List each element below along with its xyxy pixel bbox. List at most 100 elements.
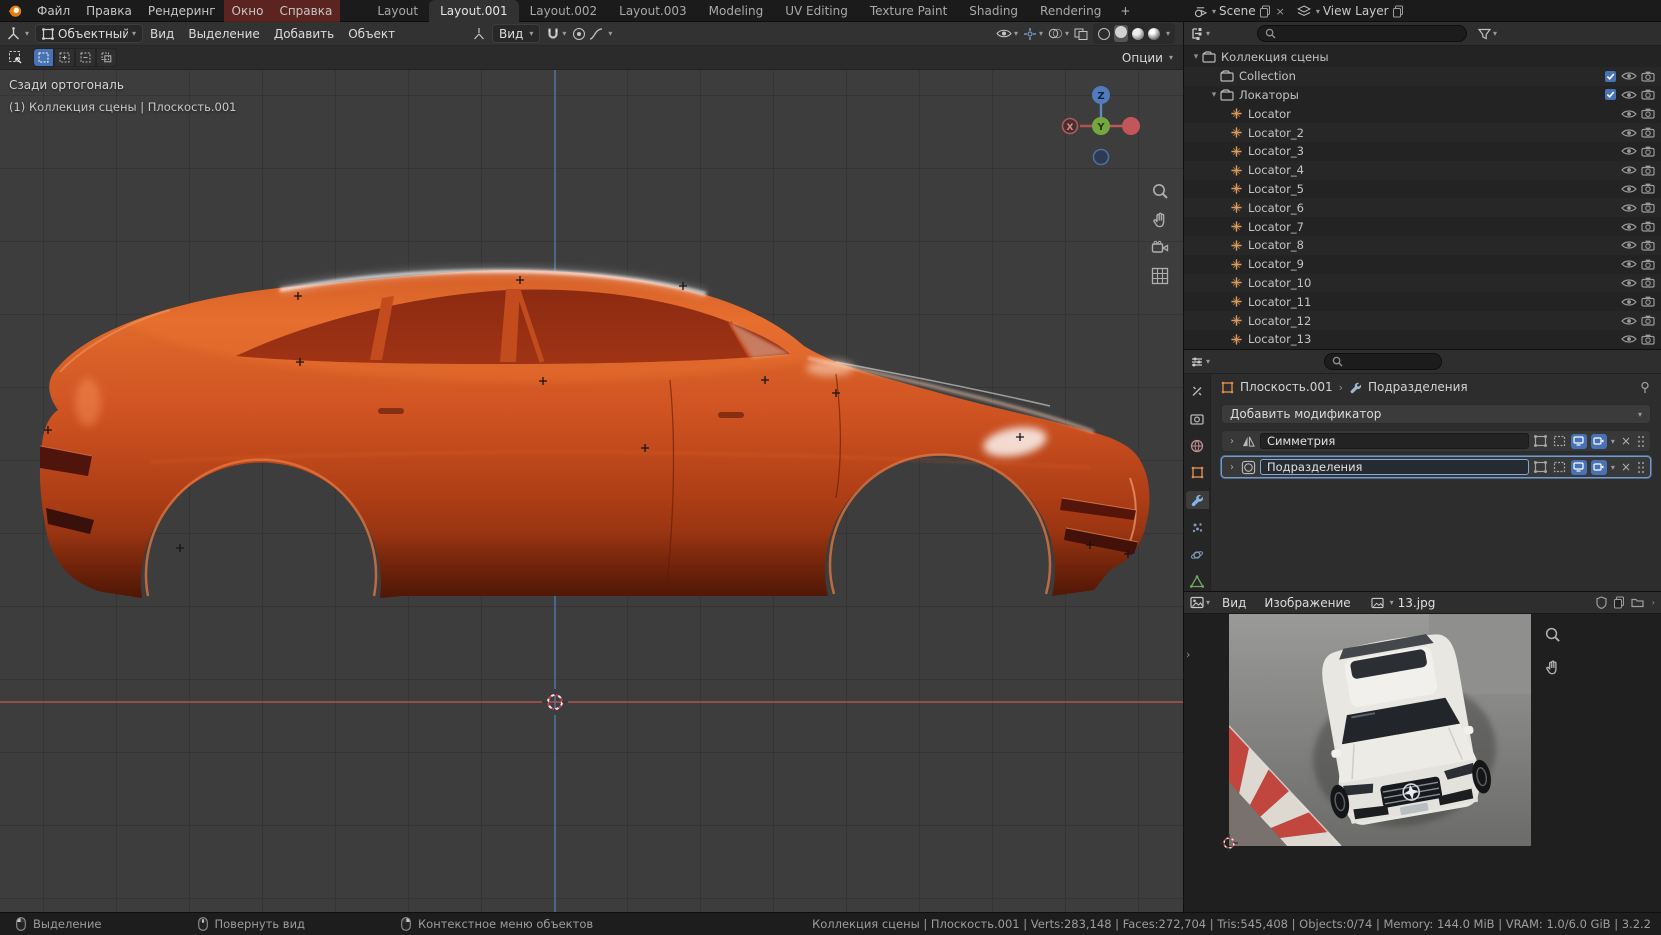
add-workspace-button[interactable]: + [1112, 0, 1138, 22]
tab-world-icon[interactable] [1186, 437, 1209, 455]
snap-toggle[interactable]: ▾ [546, 27, 566, 41]
pan-hand-icon[interactable] [1151, 211, 1169, 229]
select-extend-button[interactable] [54, 48, 75, 67]
close-modifier-icon[interactable]: × [1619, 460, 1633, 474]
tab-physics-icon[interactable] [1186, 546, 1209, 564]
extras-menu-icon[interactable]: ▾ [1611, 437, 1615, 446]
tab-texture-paint[interactable]: Texture Paint [859, 0, 958, 22]
properties-search-input[interactable] [1347, 355, 1434, 368]
expand-icon[interactable]: › [1227, 436, 1237, 447]
grid-toggle-icon[interactable] [1151, 267, 1169, 285]
properties-search[interactable] [1324, 353, 1442, 370]
menu-file[interactable]: Файл [29, 0, 78, 22]
tab-modeling[interactable]: Modeling [698, 0, 775, 22]
modifier-panel[interactable]: › Симметрия ▾ × [1221, 430, 1651, 452]
eye-icon[interactable] [1621, 146, 1637, 156]
modifier-name-field[interactable]: Симметрия [1260, 433, 1529, 449]
camera-icon[interactable] [1641, 221, 1655, 232]
overlays-toggle[interactable]: ▾ [1048, 27, 1069, 40]
chevron-right-icon[interactable]: › [1652, 598, 1655, 607]
camera-icon[interactable] [1641, 334, 1655, 345]
filter-dropdown[interactable]: ▾ [1478, 28, 1497, 40]
render-display-toggle[interactable] [1591, 434, 1607, 449]
outliner-locator-row[interactable]: Locator_7 [1184, 217, 1661, 236]
image-canvas[interactable]: › [1184, 614, 1661, 912]
eye-icon[interactable] [1621, 165, 1637, 175]
pin-icon[interactable] [1639, 381, 1651, 394]
visibility-dropdown[interactable]: ▾ [996, 28, 1018, 39]
disclosure-triangle-icon[interactable]: ▾ [1190, 52, 1202, 62]
outliner-locator-row[interactable]: Locator_4 [1184, 161, 1661, 180]
viewport-display-toggle[interactable] [1571, 460, 1587, 475]
tab-modifiers-icon[interactable] [1186, 491, 1209, 509]
outliner-locator-row[interactable]: Locator [1184, 104, 1661, 123]
outliner-locator-row[interactable]: Locator_8 [1184, 236, 1661, 255]
expand-icon[interactable]: › [1227, 462, 1237, 473]
outliner-locator-row[interactable]: Locator_6 [1184, 198, 1661, 217]
fake-user-shield-icon[interactable] [1596, 596, 1607, 609]
select-subtract-button[interactable] [75, 48, 96, 67]
eye-icon[interactable] [1621, 90, 1637, 100]
tab-layout[interactable]: Layout [366, 0, 429, 22]
menu-help[interactable]: Справка [271, 0, 340, 22]
eye-icon[interactable] [1621, 109, 1637, 119]
tab-uv-editing[interactable]: UV Editing [774, 0, 859, 22]
outliner-row-scene-collection[interactable]: ▾ Коллекция сцены [1184, 48, 1661, 67]
copy-icon[interactable] [1259, 5, 1271, 18]
viewport-canvas[interactable]: Сзади ортогональ (1) Коллекция сцены | П… [0, 70, 1183, 912]
tab-layout-002[interactable]: Layout.002 [519, 0, 609, 22]
tab-layout-001[interactable]: Layout.001 [429, 0, 519, 22]
view-layer-selector[interactable]: ▾ View Layer [1294, 1, 1407, 21]
camera-icon[interactable] [1641, 71, 1655, 82]
outliner-row-locators[interactable]: ▾ Локаторы [1184, 86, 1661, 105]
mode-selector[interactable]: Объектный ... ▾ [35, 24, 143, 43]
camera-view-icon[interactable] [1151, 240, 1169, 256]
viewport-display-toggle[interactable] [1571, 434, 1587, 449]
menu-render[interactable]: Рендеринг [140, 0, 224, 22]
eye-icon[interactable] [1621, 71, 1637, 81]
solid-shading-button[interactable] [1114, 25, 1128, 42]
add-modifier-dropdown[interactable]: Добавить модификатор ▾ [1221, 404, 1651, 424]
tab-shading[interactable]: Shading [958, 0, 1029, 22]
camera-icon[interactable] [1641, 296, 1655, 307]
zoom-icon[interactable] [1151, 182, 1169, 200]
outliner-locator-row[interactable]: Locator_10 [1184, 274, 1661, 293]
menu-view[interactable]: Вид [1216, 596, 1252, 610]
modifier-name-field[interactable]: Подразделения [1260, 459, 1529, 475]
outliner-locator-row[interactable]: Locator_11 [1184, 292, 1661, 311]
tab-particles-icon[interactable] [1186, 518, 1209, 536]
editor-type-button[interactable]: ▾ [1190, 355, 1210, 369]
camera-icon[interactable] [1641, 146, 1655, 157]
material-shading-button[interactable] [1132, 28, 1144, 40]
breadcrumb-modifier[interactable]: Подразделения [1368, 380, 1468, 394]
outliner-locator-row[interactable]: Locator_12 [1184, 311, 1661, 330]
edit-mode-display-toggle-icon[interactable] [1533, 434, 1548, 448]
rendered-shading-button[interactable] [1148, 28, 1160, 40]
on-cage-toggle-icon[interactable] [1552, 460, 1567, 474]
disclosure-triangle-icon[interactable]: ▾ [1208, 90, 1220, 100]
tab-tool-icon[interactable] [1186, 382, 1209, 400]
navigation-gizmo[interactable]: Z X Y [1055, 80, 1147, 172]
outliner-row-collection[interactable]: Collection [1184, 67, 1661, 86]
editor-type-button[interactable]: ▾ [1190, 596, 1210, 609]
outliner-locator-row[interactable]: Locator_13 [1184, 330, 1661, 349]
camera-icon[interactable] [1641, 183, 1655, 194]
camera-icon[interactable] [1641, 240, 1655, 251]
camera-icon[interactable] [1641, 165, 1655, 176]
eye-icon[interactable] [1621, 297, 1637, 307]
editor-type-button[interactable]: ▾ [6, 26, 29, 41]
tab-object-data-icon[interactable] [1186, 573, 1209, 591]
tab-layout-003[interactable]: Layout.003 [608, 0, 698, 22]
breadcrumb-object[interactable]: Плоскость.001 [1240, 380, 1333, 394]
eye-icon[interactable] [1621, 278, 1637, 288]
checkbox-icon[interactable] [1604, 88, 1617, 101]
drag-handle-icon[interactable] [1637, 435, 1645, 448]
edit-mode-display-toggle-icon[interactable] [1533, 460, 1548, 474]
tab-rendering[interactable]: Rendering [1029, 0, 1112, 22]
tab-render-icon[interactable] [1186, 409, 1209, 427]
eye-icon[interactable] [1621, 184, 1637, 194]
outliner-locator-row[interactable]: Locator_5 [1184, 180, 1661, 199]
orientation-dropdown[interactable]: Вид ▾ [492, 24, 540, 43]
options-dropdown[interactable]: Опции ▾ [1122, 51, 1173, 65]
editor-type-button[interactable]: ▾ [1190, 27, 1210, 41]
